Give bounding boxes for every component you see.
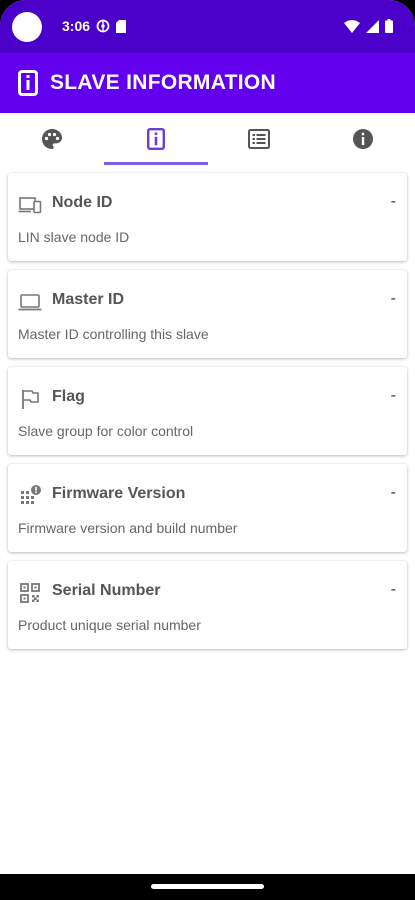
card-title: Firmware Version bbox=[52, 485, 186, 502]
camera-cutout bbox=[12, 12, 42, 42]
card-value: - bbox=[390, 193, 396, 210]
list-icon bbox=[248, 129, 271, 149]
laptop-icon bbox=[18, 294, 42, 311]
firmware-icon bbox=[21, 485, 41, 504]
qr-code-icon bbox=[20, 583, 40, 603]
wifi-icon bbox=[344, 19, 360, 33]
info-box-icon bbox=[146, 128, 165, 150]
card-description: Product unique serial number bbox=[18, 617, 201, 633]
firmware-version-card[interactable]: Firmware Version - Firmware version and … bbox=[8, 464, 407, 552]
master-id-card[interactable]: Master ID - Master ID controlling this s… bbox=[8, 270, 407, 358]
clock-label: 3:06 bbox=[62, 18, 91, 34]
tab-palette[interactable] bbox=[0, 113, 104, 165]
serial-number-card[interactable]: Serial Number - Product unique serial nu… bbox=[8, 561, 407, 649]
card-value: - bbox=[390, 484, 396, 501]
card-description: Firmware version and build number bbox=[18, 520, 238, 536]
flag-card[interactable]: Flag - Slave group for color control bbox=[8, 367, 407, 455]
status-bar: 3:06 bbox=[0, 0, 415, 53]
card-title: Master ID bbox=[52, 291, 125, 308]
signal-icon bbox=[366, 19, 379, 33]
sd-card-icon bbox=[116, 19, 127, 33]
card-title: Serial Number bbox=[52, 582, 161, 599]
card-value: - bbox=[390, 387, 396, 404]
tab-about[interactable] bbox=[311, 113, 415, 165]
tab-bar bbox=[0, 113, 415, 165]
info-card-list: Node ID - LIN slave node ID Master ID - … bbox=[0, 165, 415, 649]
status-time: 3:06 bbox=[62, 18, 127, 34]
phone-screen: 3:06 SLAVE INFORMATION Node ID - LIN sla… bbox=[0, 0, 415, 900]
card-title: Node ID bbox=[52, 194, 113, 211]
vpn-icon bbox=[96, 19, 110, 33]
battery-icon bbox=[385, 19, 393, 33]
palette-icon bbox=[41, 129, 62, 149]
flag-icon bbox=[22, 390, 39, 409]
card-value: - bbox=[390, 290, 396, 307]
devices-icon bbox=[18, 197, 42, 214]
page-title: SLAVE INFORMATION bbox=[50, 71, 276, 94]
gesture-nav-bar bbox=[0, 874, 415, 900]
card-description: Slave group for color control bbox=[18, 423, 194, 439]
card-title: Flag bbox=[52, 388, 85, 405]
card-description: Master ID controlling this slave bbox=[18, 326, 209, 342]
card-description: LIN slave node ID bbox=[18, 229, 130, 245]
card-value: - bbox=[390, 581, 396, 598]
home-handle[interactable] bbox=[151, 884, 264, 889]
app-bar: SLAVE INFORMATION bbox=[0, 53, 415, 113]
info-circle-icon bbox=[353, 129, 374, 149]
tab-slave-info[interactable] bbox=[103, 113, 208, 165]
status-icons bbox=[344, 19, 393, 33]
info-box-icon bbox=[18, 70, 38, 96]
tab-list[interactable] bbox=[208, 113, 312, 165]
node-id-card[interactable]: Node ID - LIN slave node ID bbox=[8, 173, 407, 261]
